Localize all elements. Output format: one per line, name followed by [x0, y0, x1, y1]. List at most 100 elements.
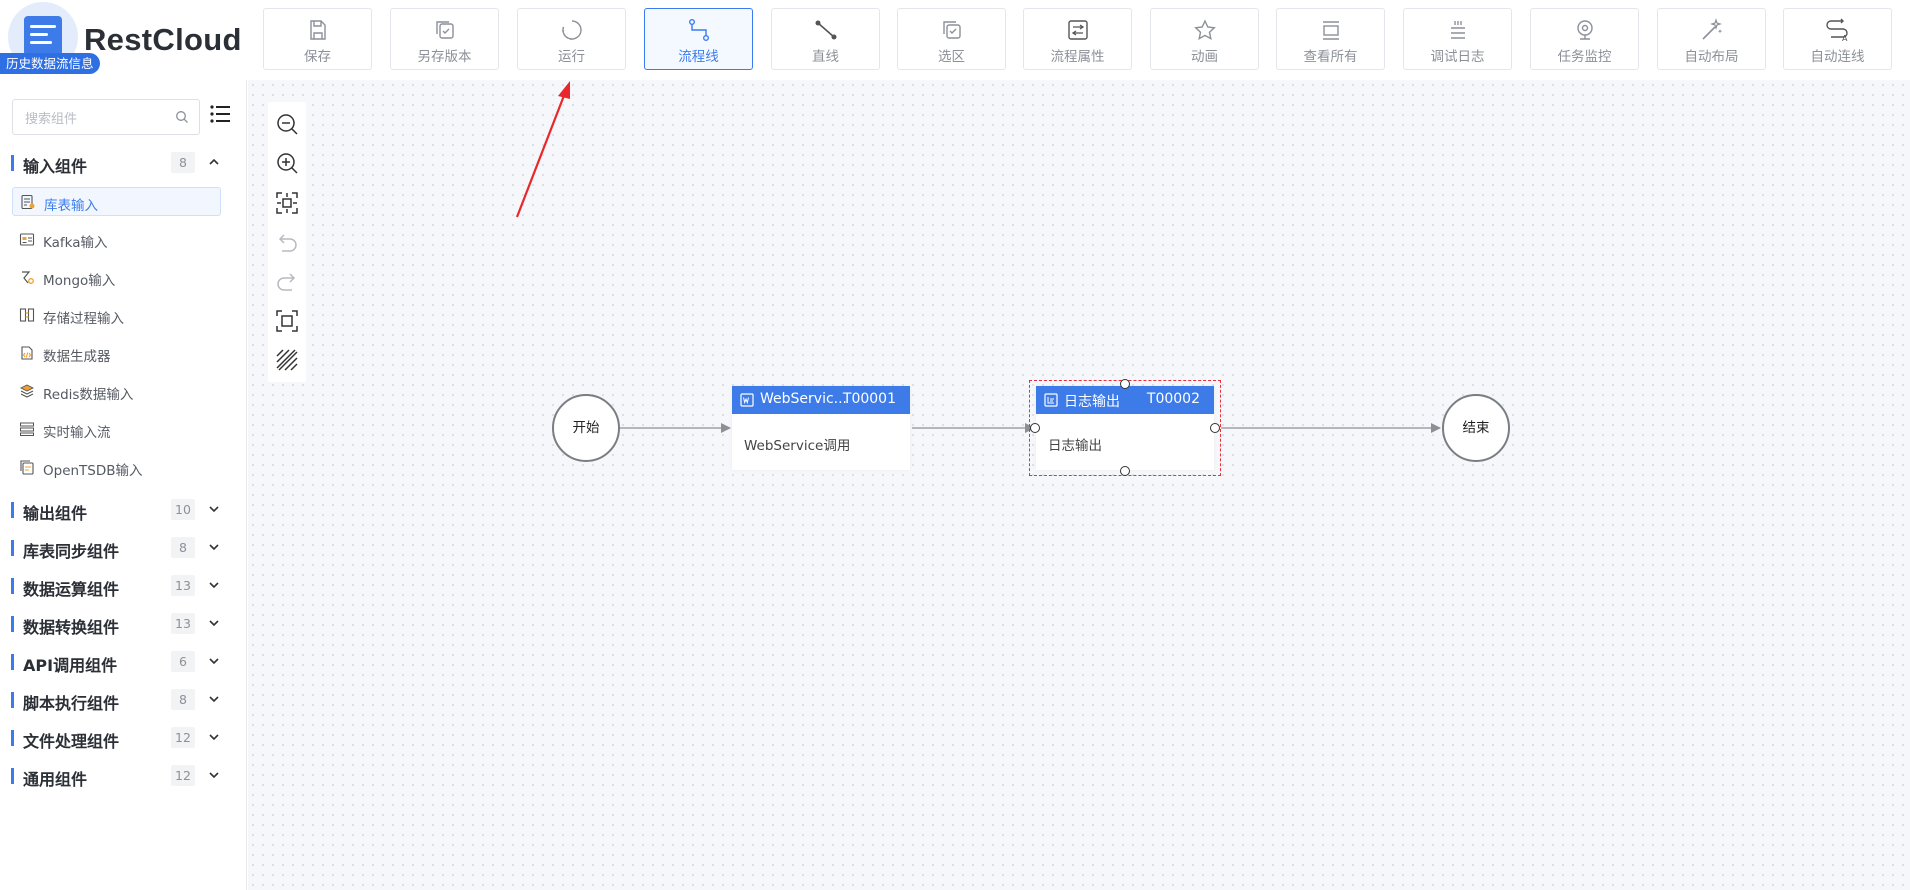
start-node[interactable]: 开始	[552, 394, 620, 462]
category-marker	[11, 768, 14, 784]
save-version-button[interactable]: 另存版本	[390, 8, 499, 70]
run-label: 运行	[558, 49, 585, 65]
log-output-icon	[1044, 393, 1058, 407]
category-marker	[11, 502, 14, 518]
connect-handle-right[interactable]	[1210, 423, 1220, 433]
run-icon	[561, 20, 582, 40]
list-view-icon[interactable]	[208, 102, 232, 126]
search-icon[interactable]	[175, 110, 189, 124]
animation-button[interactable]: 动画	[1150, 8, 1259, 70]
flow-canvas[interactable]: 开始 WebServic... T00001 WebService调用 日志输出…	[248, 80, 1910, 890]
actual-size-icon[interactable]	[275, 309, 299, 333]
end-node-label: 结束	[1462, 420, 1490, 436]
connect-handle-bottom[interactable]	[1120, 466, 1130, 476]
webservice-node-body: WebService调用	[744, 438, 851, 454]
category-title: 输出组件	[23, 504, 88, 523]
category-count: 6	[171, 651, 195, 672]
svg-text:A: A	[1842, 34, 1848, 42]
category-table-sync[interactable]: 库表同步组件 8	[0, 536, 247, 561]
log-output-node-header: 日志输出 T00002	[1036, 386, 1214, 414]
category-title: 输入组件	[23, 157, 88, 176]
sidebar-item-data-generator[interactable]: 数据生成器	[12, 339, 221, 368]
sidebar-item-kafka-input[interactable]: Kafka输入	[12, 225, 221, 254]
item-label: Kafka输入	[43, 235, 108, 251]
component-sidebar: 输入组件 8 库表输入 Kafka输入 Mongo输入 存储过程输入 数据生成器…	[0, 80, 247, 890]
category-count: 12	[171, 727, 195, 748]
save-label: 保存	[304, 49, 331, 65]
fit-view-icon[interactable]	[275, 191, 299, 215]
zoom-out-icon[interactable]	[275, 112, 299, 136]
straight-line-icon	[815, 20, 836, 40]
sidebar-item-table-input[interactable]: 库表输入	[12, 187, 221, 216]
realtime-stream-icon	[20, 422, 34, 436]
sidebar-item-mongo-input[interactable]: Mongo输入	[12, 263, 221, 292]
chevron-down-icon[interactable]	[208, 731, 220, 743]
sidebar-item-stored-procedure-input[interactable]: 存储过程输入	[12, 301, 221, 330]
redis-icon	[19, 384, 35, 398]
selection-button[interactable]: 选区	[897, 8, 1006, 70]
sidebar-item-realtime-stream[interactable]: 实时输入流	[12, 415, 221, 444]
component-search[interactable]	[12, 99, 200, 135]
category-data-operation[interactable]: 数据运算组件 13	[0, 574, 247, 599]
category-marker	[11, 616, 14, 632]
category-marker	[11, 578, 14, 594]
log-output-node-body: 日志输出	[1048, 438, 1102, 454]
stored-procedure-icon	[19, 308, 35, 322]
category-input[interactable]: 输入组件 8	[0, 151, 247, 176]
chevron-down-icon[interactable]	[208, 579, 220, 591]
connect-handle-left[interactable]	[1030, 423, 1040, 433]
category-count: 13	[171, 575, 195, 596]
chevron-down-icon[interactable]	[208, 693, 220, 705]
category-count: 8	[171, 152, 195, 173]
end-node[interactable]: 结束	[1442, 394, 1510, 462]
category-count: 8	[171, 537, 195, 558]
search-input[interactable]	[25, 108, 165, 128]
table-input-icon	[21, 194, 35, 210]
history-dataflow-badge[interactable]: 历史数据流信息	[0, 53, 100, 74]
run-button[interactable]: 运行	[517, 8, 626, 70]
straight-line-button[interactable]: 直线	[771, 8, 880, 70]
chevron-down-icon[interactable]	[208, 541, 220, 553]
process-properties-button[interactable]: 流程属性	[1023, 8, 1132, 70]
category-file-processing[interactable]: 文件处理组件 12	[0, 726, 247, 751]
auto-connect-icon: A	[1825, 18, 1848, 42]
webservice-icon	[740, 393, 754, 407]
item-label: 数据生成器	[43, 349, 111, 365]
category-general[interactable]: 通用组件 12	[0, 764, 247, 789]
chevron-up-icon[interactable]	[208, 156, 220, 168]
save-version-label: 另存版本	[417, 49, 472, 65]
chevron-down-icon[interactable]	[208, 617, 220, 629]
log-output-node[interactable]: 日志输出 T00002 日志输出	[1036, 386, 1214, 470]
grid-toggle-icon[interactable]	[275, 348, 299, 372]
category-script-execution[interactable]: 脚本执行组件 8	[0, 688, 247, 713]
category-api-call[interactable]: API调用组件 6	[0, 650, 247, 675]
undo-icon[interactable]	[275, 230, 299, 254]
connect-handle-top[interactable]	[1120, 379, 1130, 389]
category-marker	[11, 540, 14, 556]
sidebar-item-opentsdb-input[interactable]: OpenTSDB输入	[12, 453, 221, 482]
top-toolbar: RestCloud 历史数据流信息 保存 另存版本 运行 流程线 直线 选区 流…	[0, 0, 1910, 80]
zoom-in-icon[interactable]	[275, 151, 299, 175]
chevron-down-icon[interactable]	[208, 655, 220, 667]
sidebar-item-redis-input[interactable]: Redis数据输入	[12, 377, 221, 406]
save-button[interactable]: 保存	[263, 8, 372, 70]
redo-icon[interactable]	[275, 269, 299, 293]
item-label: 存储过程输入	[43, 311, 124, 327]
view-all-icon	[1322, 21, 1339, 40]
category-data-transform[interactable]: 数据转换组件 13	[0, 612, 247, 637]
chevron-down-icon[interactable]	[208, 503, 220, 515]
brand-name: RestCloud	[84, 22, 242, 57]
webservice-node[interactable]: WebServic... T00001 WebService调用	[732, 386, 910, 470]
chevron-down-icon[interactable]	[208, 769, 220, 781]
mongo-icon	[22, 271, 34, 284]
view-all-button[interactable]: 查看所有	[1276, 8, 1385, 70]
task-monitor-button[interactable]: 任务监控	[1530, 8, 1639, 70]
auto-connect-button[interactable]: A 自动连线	[1783, 8, 1892, 70]
flow-line-button[interactable]: 流程线	[644, 8, 753, 70]
item-label: 库表输入	[44, 198, 98, 214]
auto-connect-label: 自动连线	[1810, 49, 1865, 65]
auto-layout-button[interactable]: 自动布局	[1657, 8, 1766, 70]
category-marker	[11, 654, 14, 670]
category-output[interactable]: 输出组件 10	[0, 498, 247, 523]
debug-log-button[interactable]: 调试日志	[1403, 8, 1512, 70]
